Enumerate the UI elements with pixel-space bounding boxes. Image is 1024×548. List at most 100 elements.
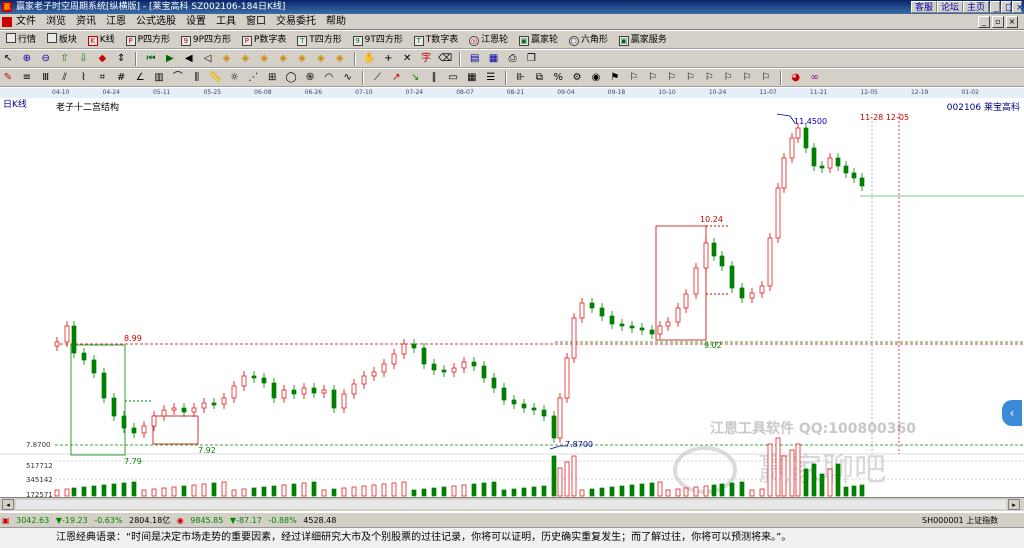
trend-icon[interactable]: ⟋ [371,71,385,85]
bars-icon[interactable]: ▥ [152,71,166,85]
ruler-icon[interactable]: 📏 [209,71,223,85]
9t-square-button[interactable]: 9 9T四方形 [351,31,405,48]
forum-button[interactable]: 论坛 [937,1,964,13]
sector-button[interactable]: 板块 [45,31,79,48]
quote-button[interactable]: 行情 [4,31,38,48]
text-tool-icon[interactable]: 字 [419,52,433,66]
menu-info[interactable]: 资讯 [71,14,101,30]
mark-b-icon[interactable]: ⚐ [646,71,660,85]
trend-up-icon[interactable]: ↗ [389,71,403,85]
print-icon[interactable]: ⎙ [506,52,520,66]
copy-icon[interactable]: ❐ [524,52,538,66]
wave-icon[interactable]: ∿ [341,71,355,85]
menu-browse[interactable]: 浏览 [41,14,71,30]
split-icon[interactable]: ⧉ [532,71,546,85]
close-icon[interactable]: × [1012,1,1024,13]
child-minimize-icon[interactable]: _ [978,16,990,28]
marker-b-icon[interactable]: ◈ [238,52,252,66]
mark-a-icon[interactable]: ⚐ [627,71,641,85]
vline-icon[interactable]: Ⅲ [39,71,53,85]
horizontal-scrollbar[interactable]: ◂ ▸ [0,497,1024,511]
menu-window[interactable]: 窗口 [241,14,271,30]
arc-icon[interactable]: ◠ [322,71,336,85]
mark-h-icon[interactable]: ⚐ [759,71,773,85]
time-zone-icon[interactable]: ⫼ [190,71,204,85]
menu-formula[interactable]: 公式选股 [131,14,181,30]
hline-icon[interactable]: ≡ [20,71,34,85]
p-square-button[interactable]: P P四方形 [124,31,172,48]
percent-icon[interactable]: % [551,71,565,85]
grid-tool-icon[interactable]: # [114,71,128,85]
service-button[interactable]: ▣ 赢家服务 [617,31,669,48]
mark-f-icon[interactable]: ⚐ [721,71,735,85]
marker-g-icon[interactable]: ◈ [333,52,347,66]
scroll-track[interactable] [16,500,1006,509]
mark-d-icon[interactable]: ⚐ [683,71,697,85]
prev-icon[interactable]: ◁ [201,52,215,66]
scroll-left-icon[interactable]: ◂ [2,499,14,510]
menu-trade[interactable]: 交易委托 [271,14,321,30]
gann-fan-icon[interactable]: ⋰ [246,71,260,85]
circle-tool-icon[interactable]: ◯ [284,71,298,85]
eraser-icon[interactable]: ⌫ [438,52,452,66]
first-bar-icon[interactable]: ⏮ [144,52,158,66]
marker-a-icon[interactable]: ◈ [220,52,234,66]
square-tool-icon[interactable]: ⊞ [265,71,279,85]
angle-icon[interactable]: ∠ [133,71,147,85]
marker-d-icon[interactable]: ◈ [276,52,290,66]
grid-box-icon[interactable]: ▦ [465,71,479,85]
save-file-icon[interactable]: ▦ [487,52,501,66]
kline-chart[interactable]: 江恩工具软件 QQ:100800360 赢家聊吧 7.8700 517712 3… [0,98,1024,497]
mark-e-icon[interactable]: ⚐ [702,71,716,85]
9p-square-button[interactable]: 9 9P四方形 [179,31,233,48]
open-file-icon[interactable]: ▤ [468,52,482,66]
cycle-icon[interactable]: ⌒ [171,71,185,85]
mark-g-icon[interactable]: ⚐ [740,71,754,85]
pen-icon[interactable]: ✎ [1,71,15,85]
index-selector[interactable]: SH000001 上证指数 [920,513,1000,527]
pie-chart-icon[interactable]: ◕ [789,71,803,85]
marker-e-icon[interactable]: ◈ [295,52,309,66]
fib-icon[interactable]: ⌗ [95,71,109,85]
arrow-down-icon[interactable]: ⇩ [77,52,91,66]
stack-icon[interactable]: ☰ [484,71,498,85]
marker-f-icon[interactable]: ◈ [314,52,328,66]
zoom-in-icon[interactable]: ⊕ [20,52,34,66]
sun-icon[interactable]: ☼ [228,71,242,85]
maximize-icon[interactable]: □ [1001,1,1014,13]
side-expand-button[interactable]: ‹ [1002,400,1022,426]
channel-icon[interactable]: ⫽ [58,71,72,85]
flag-icon[interactable]: ⚑ [608,71,622,85]
back-icon[interactable]: ◀ [182,52,196,66]
parallel-icon[interactable]: ∥ [427,71,441,85]
fan-icon[interactable]: ⌇ [77,71,91,85]
minimize-icon[interactable]: _ [990,1,1000,13]
winner-wheel-button[interactable]: ▣ 赢家轮 [517,31,560,48]
arrow-up-icon[interactable]: ⇧ [58,52,72,66]
trend-down-icon[interactable]: ↘ [408,71,422,85]
mark-c-icon[interactable]: ⚐ [665,71,679,85]
menu-tools[interactable]: 工具 [211,14,241,30]
cross-tool-icon[interactable]: ✕ [400,52,414,66]
infinity-icon[interactable]: ∞ [808,71,822,85]
box-icon[interactable]: ▭ [446,71,460,85]
menu-settings[interactable]: 设置 [181,14,211,30]
homepage-button[interactable]: 主页 [963,1,990,13]
t-table-button[interactable]: T T数字表 [412,31,461,48]
menu-help[interactable]: 帮助 [321,14,351,30]
pointer-icon[interactable]: ↖ [1,52,15,66]
child-close-icon[interactable]: × [1006,16,1018,28]
scroll-right-icon[interactable]: ▸ [1008,499,1020,510]
gann-wheel-button[interactable]: ◎ 江恩轮 [467,31,510,48]
coin-icon[interactable]: ◉ [589,71,603,85]
zoom-out-icon[interactable]: ⊖ [39,52,53,66]
updown-icon[interactable]: ⇕ [114,52,128,66]
ladder-icon[interactable]: ⊪ [514,71,528,85]
child-restore-icon[interactable]: ▫ [992,16,1004,28]
hexagon-button[interactable]: ⬡ 六角形 [567,31,610,48]
spiral-icon[interactable]: ֍ [303,71,317,85]
hand-icon[interactable]: ✋ [363,52,377,66]
t-square-button[interactable]: T T四方形 [295,31,344,48]
menu-gann[interactable]: 江恩 [101,14,131,30]
diamond-icon[interactable]: ◆ [95,52,109,66]
